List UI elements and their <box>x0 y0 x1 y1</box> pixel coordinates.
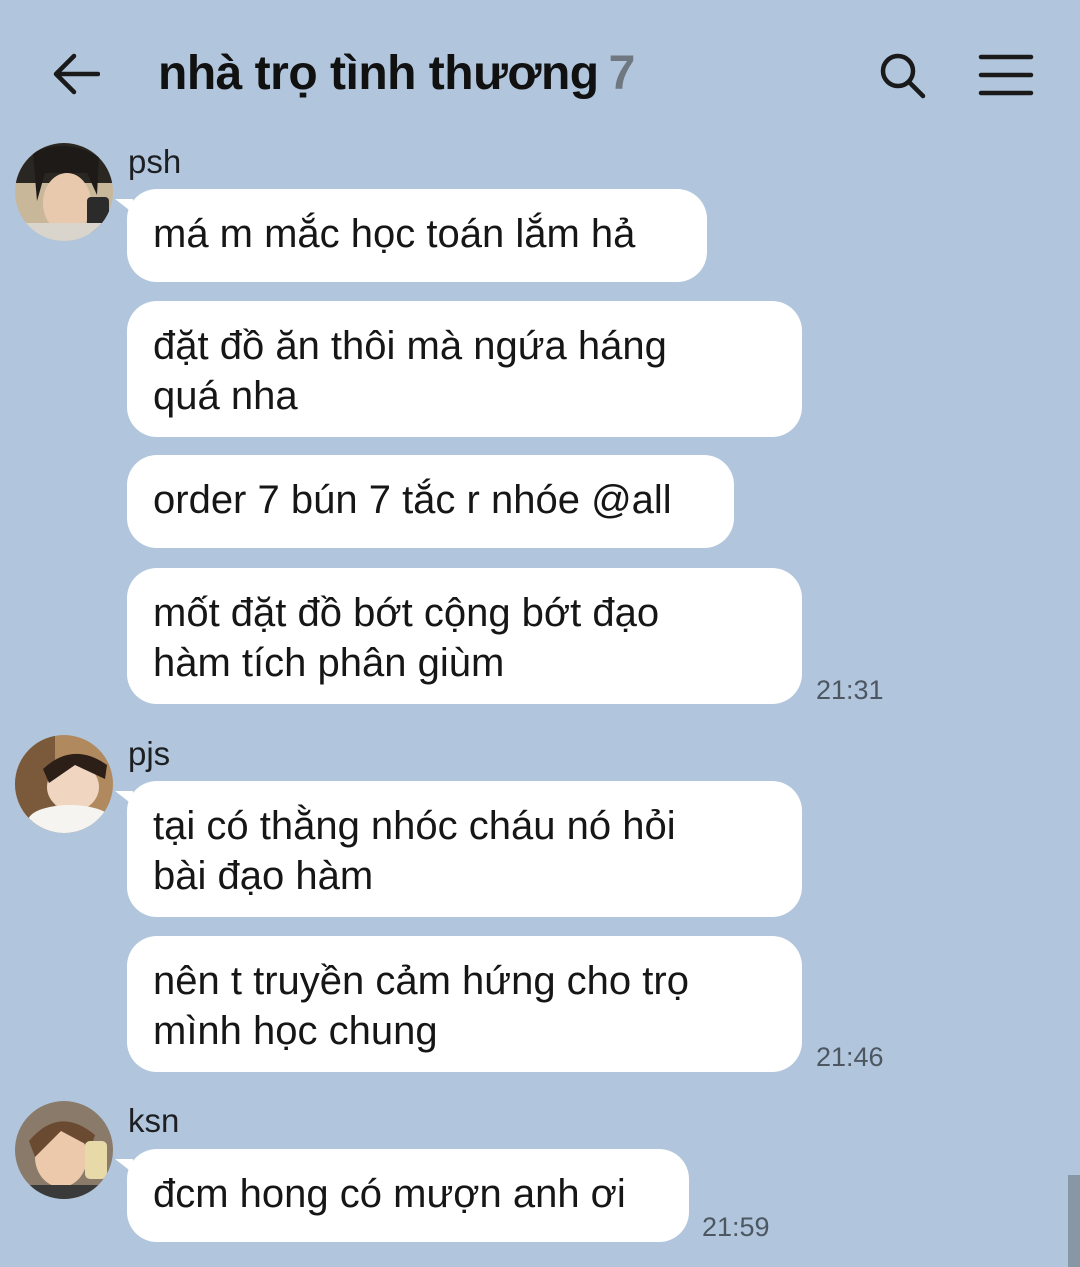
sender-name: psh <box>128 143 182 180</box>
message-bubble[interactable]: nên t truyền cảm hứng cho trọ mình học c… <box>127 936 802 1072</box>
message-text: tại có thằng nhóc cháu nó hỏi bài đạo hà… <box>153 804 676 898</box>
member-count: 7 <box>608 47 636 100</box>
message-bubble[interactable]: order 7 bún 7 tắc r nhóe @all <box>127 455 734 548</box>
scrollbar[interactable] <box>1068 1175 1080 1267</box>
avatar-psh[interactable] <box>15 143 113 241</box>
message-timestamp: 21:31 <box>816 675 884 705</box>
menu-button[interactable] <box>976 48 1036 102</box>
message-bubble[interactable]: tại có thằng nhóc cháu nó hỏi bài đạo hà… <box>115 781 802 917</box>
chat-header: nhà trọ tình thương 7 <box>0 0 1080 150</box>
sender-name: pjs <box>128 735 171 772</box>
message-text: mốt đặt đồ bớt cộng bớt đạo hàm tích phâ… <box>153 591 660 685</box>
group-name: nhà trọ tình thương <box>158 47 599 100</box>
back-button[interactable] <box>50 50 102 98</box>
hamburger-menu-icon <box>978 54 1034 96</box>
message-text: nên t truyền cảm hứng cho trọ mình học c… <box>153 959 689 1053</box>
avatar-photo-icon <box>15 735 113 833</box>
message-bubble[interactable]: đặt đồ ăn thôi mà ngứa háng quá nha <box>127 301 802 437</box>
message-bubble[interactable]: má m mắc học toán lắm hả <box>115 189 707 282</box>
avatar-photo-icon <box>15 1101 113 1199</box>
avatar-pjs[interactable] <box>15 735 113 833</box>
arrow-left-icon <box>53 53 100 95</box>
search-button[interactable] <box>874 48 930 102</box>
message-bubble[interactable]: đcm hong có mượn anh ơi <box>115 1149 689 1242</box>
message-text: đcm hong có mượn anh ơi <box>153 1172 626 1216</box>
avatar-photo-icon <box>15 143 113 241</box>
message-text: order 7 bún 7 tắc r nhóe @all <box>153 478 672 522</box>
message-text: đặt đồ ăn thôi mà ngứa háng quá nha <box>153 324 667 418</box>
avatar-ksn[interactable] <box>15 1101 113 1199</box>
message-text: má m mắc học toán lắm hả <box>153 212 636 256</box>
search-icon <box>880 53 926 99</box>
message-bubble[interactable]: mốt đặt đồ bớt cộng bớt đạo hàm tích phâ… <box>127 568 802 704</box>
chat-title: nhà trọ tình thương 7 <box>158 44 635 104</box>
message-timestamp: 21:46 <box>816 1042 884 1072</box>
sender-name: ksn <box>128 1102 180 1139</box>
message-timestamp: 21:59 <box>702 1212 770 1242</box>
